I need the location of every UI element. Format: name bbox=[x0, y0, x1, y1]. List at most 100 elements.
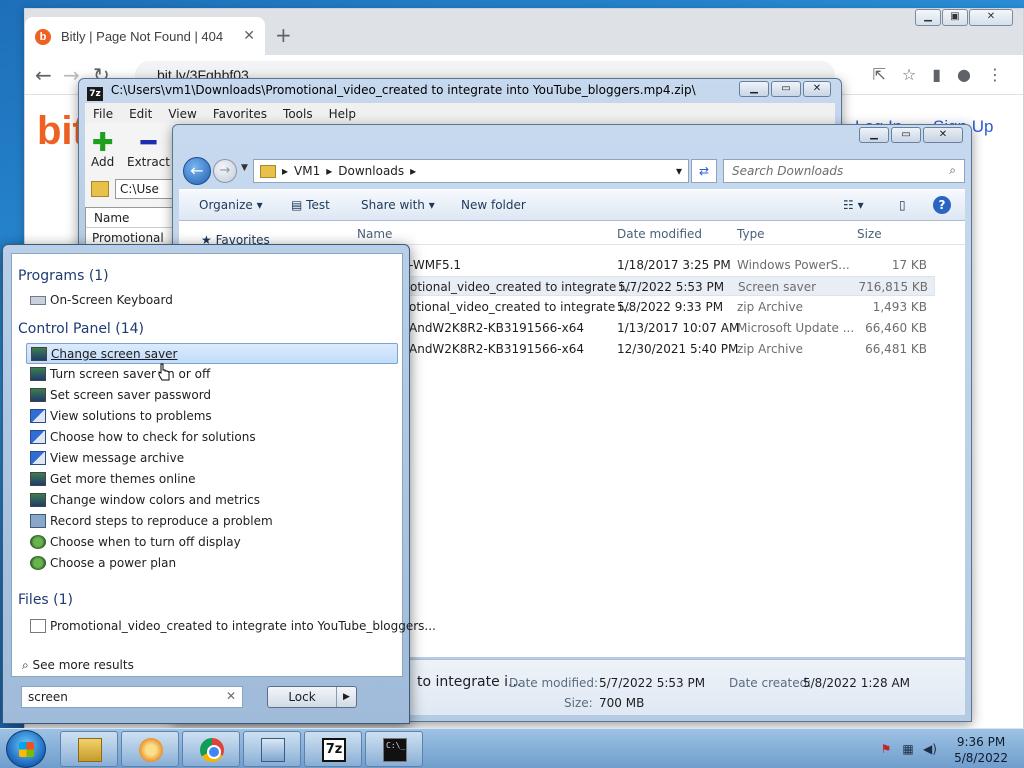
network-icon[interactable]: ▦ bbox=[900, 741, 916, 757]
back-icon[interactable]: ← bbox=[35, 63, 52, 87]
taskbar-cmd[interactable]: C:\_ bbox=[365, 731, 423, 767]
folder-up-icon[interactable] bbox=[91, 181, 109, 197]
lock-button[interactable]: Lock ▶ bbox=[267, 686, 357, 708]
file-row[interactable]: otional_video_created to integrate i... … bbox=[339, 297, 935, 317]
taskbar-control-panel[interactable] bbox=[243, 731, 301, 767]
media-player-icon bbox=[139, 738, 163, 762]
chevron-down-icon[interactable]: ▾ bbox=[676, 164, 682, 178]
breadcrumb-item[interactable]: Downloads bbox=[338, 164, 404, 178]
power-options-arrow-icon[interactable]: ▶ bbox=[336, 687, 356, 707]
test-button[interactable]: ▤ Test bbox=[291, 198, 330, 212]
forward-arrow-icon: → bbox=[219, 163, 231, 178]
side-panel-icon[interactable]: ▮ bbox=[932, 65, 941, 84]
breadcrumb-item[interactable]: VM1 bbox=[294, 164, 320, 178]
menu-icon[interactable]: ⋮ bbox=[987, 65, 1003, 84]
clear-search-icon[interactable]: ✕ bbox=[226, 689, 236, 703]
file-row[interactable]: otional_video_created to integrate i... … bbox=[339, 276, 935, 296]
search-input[interactable]: Search Downloads ⌕ bbox=[723, 159, 965, 183]
minimize-button[interactable]: ▁ bbox=[859, 127, 889, 143]
tab-close-icon[interactable]: ✕ bbox=[243, 27, 255, 44]
cp-power-plan[interactable]: Choose a power plan bbox=[26, 553, 398, 574]
monitor-icon bbox=[31, 347, 47, 361]
close-button[interactable]: ✕ bbox=[923, 127, 963, 143]
clock[interactable]: 9:36 PM 5/8/2022 bbox=[954, 734, 1008, 766]
maximize-button[interactable]: ▭ bbox=[771, 81, 801, 97]
breadcrumb-sep-icon: ▸ bbox=[282, 164, 289, 178]
see-more-results-link[interactable]: ⌕ See more results bbox=[22, 658, 134, 673]
cp-view-message-archive[interactable]: View message archive bbox=[26, 448, 398, 469]
column-size[interactable]: Size bbox=[857, 227, 882, 241]
new-folder-button[interactable]: New folder bbox=[461, 198, 526, 212]
file-row[interactable]: AndW2K8R2-KB3191566-x64 1/13/2017 10:07 … bbox=[339, 318, 935, 338]
cp-change-screen-saver[interactable]: Change screen saver bbox=[26, 343, 398, 364]
maximize-button[interactable]: ▣ bbox=[942, 9, 968, 26]
share-icon[interactable]: ⇱ bbox=[872, 65, 885, 84]
maximize-button[interactable]: ▭ bbox=[891, 127, 921, 143]
preview-pane-icon[interactable]: ▯ bbox=[899, 198, 906, 212]
cp-check-for-solutions[interactable]: Choose how to check for solutions bbox=[26, 427, 398, 448]
program-on-screen-keyboard[interactable]: On-Screen Keyboard bbox=[26, 290, 398, 311]
column-date-modified[interactable]: Date modified bbox=[617, 227, 702, 241]
close-button[interactable]: ✕ bbox=[803, 81, 831, 97]
cp-change-window-colors[interactable]: Change window colors and metrics bbox=[26, 490, 398, 511]
cp-get-more-themes[interactable]: Get more themes online bbox=[26, 469, 398, 490]
extract-button[interactable]: ━ Extract bbox=[127, 130, 170, 169]
organize-button[interactable]: Organize ▾ bbox=[199, 198, 263, 212]
taskbar-media-player[interactable] bbox=[121, 731, 179, 767]
file-row[interactable]: -WMF5.1 1/18/2017 3:25 PM Windows PowerS… bbox=[339, 255, 935, 275]
taskbar-explorer[interactable] bbox=[60, 731, 118, 767]
star-icon[interactable]: ☆ bbox=[902, 65, 916, 84]
files-header[interactable]: Files (1) bbox=[18, 592, 73, 608]
taskbar-chrome[interactable] bbox=[182, 731, 240, 767]
details-date-modified: 5/7/2022 5:53 PM bbox=[599, 676, 706, 690]
menu-favorites[interactable]: Favorites bbox=[213, 107, 267, 121]
action-center-icon[interactable]: ⚑ bbox=[878, 741, 894, 757]
menu-tools[interactable]: Tools bbox=[283, 107, 313, 121]
sevenzip-title-text: C:\Users\vm1\Downloads\Promotional_video… bbox=[110, 83, 696, 97]
add-button[interactable]: ✚ Add bbox=[91, 130, 114, 169]
share-with-button[interactable]: Share with ▾ bbox=[361, 198, 435, 212]
menu-file[interactable]: File bbox=[93, 107, 113, 121]
cp-turn-off-display[interactable]: Choose when to turn off display bbox=[26, 532, 398, 553]
cp-set-screen-saver-password[interactable]: Set screen saver password bbox=[26, 385, 398, 406]
tab-bitly[interactable]: b Bitly | Page Not Found | 404 ✕ bbox=[25, 17, 265, 55]
cp-view-solutions[interactable]: View solutions to problems bbox=[26, 406, 398, 427]
profile-icon[interactable]: ● bbox=[957, 65, 971, 84]
file-promotional-video[interactable]: Promotional_video_created to integrate i… bbox=[26, 616, 436, 637]
column-type[interactable]: Type bbox=[737, 227, 765, 241]
volume-icon[interactable]: ◀) bbox=[922, 741, 938, 757]
start-search-value: screen bbox=[28, 690, 68, 704]
forward-button[interactable]: → bbox=[213, 159, 237, 183]
new-tab-icon[interactable]: + bbox=[275, 23, 292, 47]
menu-view[interactable]: View bbox=[168, 107, 196, 121]
help-icon[interactable]: ? bbox=[933, 196, 951, 214]
minimize-button[interactable]: ▁ bbox=[915, 9, 941, 26]
menu-help[interactable]: Help bbox=[329, 107, 356, 121]
column-name[interactable]: Name bbox=[86, 208, 184, 228]
recent-pages-icon[interactable]: ▼ bbox=[241, 163, 248, 173]
back-button[interactable]: ← bbox=[183, 157, 211, 185]
monitor-icon bbox=[30, 493, 46, 507]
programs-header[interactable]: Programs (1) bbox=[18, 268, 109, 284]
taskbar-7zip[interactable]: 7z bbox=[304, 731, 362, 767]
close-button[interactable]: ✕ bbox=[969, 9, 1013, 26]
column-name[interactable]: Name bbox=[357, 227, 392, 241]
search-placeholder: Search Downloads bbox=[732, 164, 844, 178]
view-options-icon[interactable]: ☷ ▾ bbox=[843, 198, 864, 212]
extract-label: Extract bbox=[127, 155, 170, 169]
file-row[interactable]: AndW2K8R2-KB3191566-x64 12/30/2021 5:40 … bbox=[339, 339, 935, 359]
sevenzip-app-icon: 7z bbox=[87, 87, 103, 101]
cp-turn-screen-saver-on-off[interactable]: Turn screen saver on or off bbox=[26, 364, 398, 385]
search-icon[interactable]: ⌕ bbox=[949, 163, 956, 178]
keyboard-icon bbox=[30, 296, 46, 305]
sevenzip-address[interactable]: C:\Use bbox=[115, 179, 175, 199]
breadcrumb[interactable]: ▸ VM1 ▸ Downloads ▸ ▾ bbox=[253, 159, 689, 183]
start-button[interactable] bbox=[6, 730, 46, 768]
refresh-button[interactable]: ⇄ bbox=[691, 159, 717, 183]
menu-edit[interactable]: Edit bbox=[129, 107, 152, 121]
start-search-input[interactable]: screen ✕ bbox=[21, 686, 243, 708]
minimize-button[interactable]: ▁ bbox=[739, 81, 769, 97]
control-panel-header[interactable]: Control Panel (14) bbox=[18, 321, 144, 337]
chrome-icon bbox=[200, 738, 224, 762]
cp-record-steps[interactable]: Record steps to reproduce a problem bbox=[26, 511, 398, 532]
